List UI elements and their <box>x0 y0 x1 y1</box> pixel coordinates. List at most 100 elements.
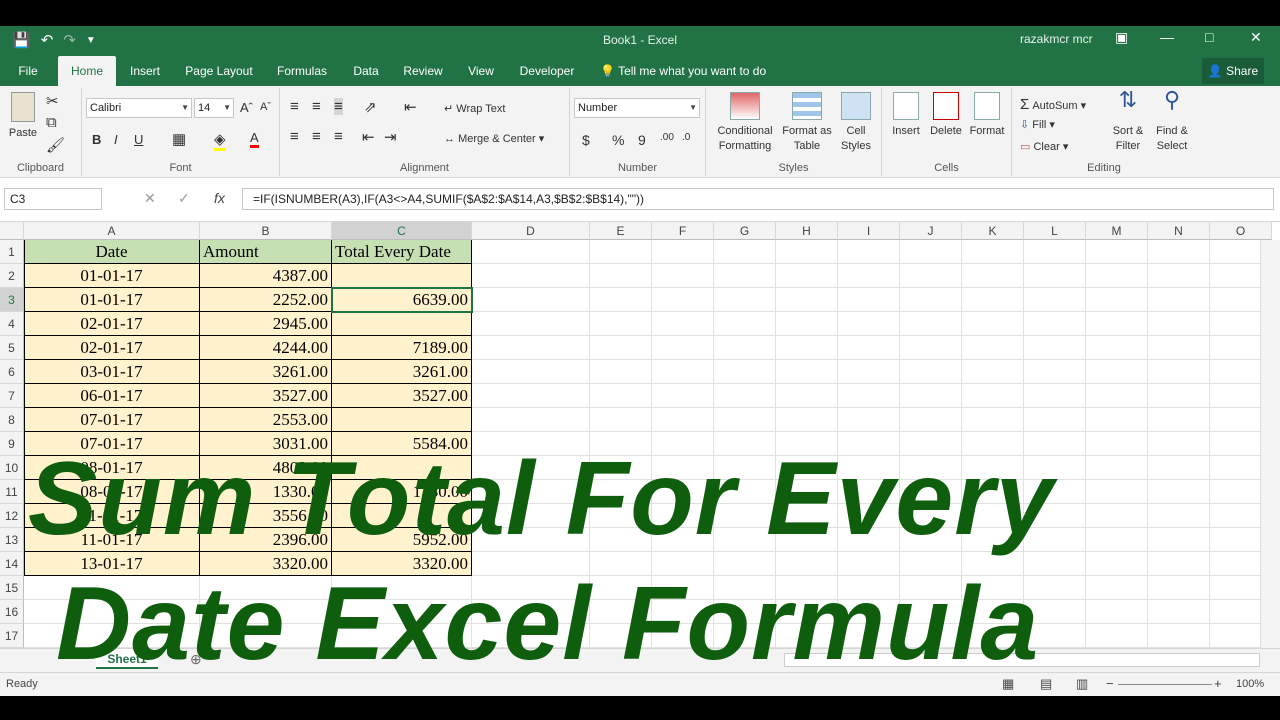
row-header-8[interactable]: 8 <box>0 408 24 432</box>
table-cell[interactable]: 13-01-17 <box>24 552 200 576</box>
tab-data[interactable]: Data <box>344 56 388 86</box>
decrease-decimal-icon[interactable]: .0 <box>682 132 690 143</box>
column-header-b[interactable]: B <box>200 222 332 240</box>
select-all-corner[interactable] <box>0 222 24 240</box>
conditional-formatting-button[interactable]: Conditional Formatting <box>710 92 780 154</box>
align-center-icon[interactable]: ≡ <box>312 128 321 145</box>
worksheet[interactable]: A B C D E F G H I J K L M N O 1 2 3 4 5 6 7 8 9 10 11 12 13 14 15 16 17… <box>0 222 1280 648</box>
table-cell[interactable]: 01-01-17 <box>24 288 200 312</box>
maximize-icon[interactable]: □ <box>1205 29 1213 45</box>
formula-input[interactable]: =IF(ISNUMBER(A3),IF(A3<>A4,SUMIF($A$2:$A… <box>242 188 1274 210</box>
header-cell[interactable]: Amount <box>200 240 332 264</box>
table-cell[interactable]: 02-01-17 <box>24 336 200 360</box>
tab-insert[interactable]: Insert <box>122 56 168 86</box>
column-header-a[interactable]: A <box>24 222 200 240</box>
row-header-17[interactable]: 17 <box>0 624 24 648</box>
tab-review[interactable]: Review <box>398 56 448 86</box>
zoom-slider[interactable] <box>1118 684 1212 685</box>
merge-center-button[interactable]: ↔ Merge & Center ▾ <box>444 132 544 145</box>
column-header-o[interactable]: O <box>1210 222 1272 240</box>
borders-icon[interactable]: ▦ <box>172 130 186 148</box>
table-cell[interactable]: 3261.00 <box>332 360 472 384</box>
insert-function-icon[interactable]: fx <box>214 190 225 206</box>
add-sheet-icon[interactable]: ⊕ <box>190 651 202 668</box>
table-cell[interactable]: 7189.00 <box>332 336 472 360</box>
user-name[interactable]: razakmcr mcr <box>1020 32 1093 46</box>
table-cell[interactable]: 06-01-17 <box>24 384 200 408</box>
fill-color-icon[interactable]: ◈ <box>214 130 226 151</box>
table-cell[interactable]: 07-01-17 <box>24 432 200 456</box>
tab-page-layout[interactable]: Page Layout <box>178 56 260 86</box>
cancel-icon[interactable]: ✕ <box>144 190 156 207</box>
format-as-table-button[interactable]: Format as Table <box>780 92 834 154</box>
table-cell[interactable]: 4803.00 <box>200 456 332 480</box>
font-name-select[interactable]: Calibri ▼ <box>86 98 192 118</box>
font-color-icon[interactable]: A <box>250 130 259 148</box>
comma-button[interactable]: 9 <box>638 132 646 148</box>
currency-button[interactable]: $ <box>582 132 590 148</box>
row-header-3[interactable]: 3 <box>0 288 24 312</box>
fill-button[interactable]: ⇩ Fill ▾ <box>1020 118 1055 131</box>
table-cell[interactable]: 08-01-17 <box>24 480 200 504</box>
indent-icon[interactable]: ⇤ <box>404 98 417 116</box>
table-cell[interactable] <box>332 264 472 288</box>
enter-icon[interactable]: ✓ <box>178 190 190 207</box>
table-cell[interactable]: 3261.00 <box>200 360 332 384</box>
name-box[interactable]: C3 <box>4 188 102 210</box>
row-header-11[interactable]: 11 <box>0 480 24 504</box>
table-cell[interactable]: 3320.00 <box>332 552 472 576</box>
column-header-j[interactable]: J <box>900 222 962 240</box>
number-format-select[interactable]: Number ▼ <box>574 98 700 118</box>
table-cell[interactable]: 2945.00 <box>200 312 332 336</box>
italic-button[interactable]: I <box>114 132 118 147</box>
column-header-k[interactable]: K <box>962 222 1024 240</box>
percent-button[interactable]: % <box>612 132 624 148</box>
minimize-icon[interactable]: — <box>1160 29 1174 45</box>
zoom-level[interactable]: 100% <box>1236 678 1264 690</box>
table-cell[interactable]: 3527.00 <box>332 384 472 408</box>
insert-cells-button[interactable]: Insert <box>886 92 926 139</box>
row-header-2[interactable]: 2 <box>0 264 24 288</box>
tab-home[interactable]: Home <box>58 56 116 86</box>
table-cell[interactable]: 2396.00 <box>200 528 332 552</box>
delete-cells-button[interactable]: Delete <box>926 92 966 139</box>
column-header-i[interactable]: I <box>838 222 900 240</box>
row-header-10[interactable]: 10 <box>0 456 24 480</box>
decrease-indent-icon[interactable]: ⇤ <box>362 128 375 146</box>
row-header-5[interactable]: 5 <box>0 336 24 360</box>
table-cell[interactable]: 5584.00 <box>332 432 472 456</box>
column-header-h[interactable]: H <box>776 222 838 240</box>
share-button[interactable]: 👤 Share <box>1202 58 1264 84</box>
font-size-select[interactable]: 14 ▼ <box>194 98 234 118</box>
clear-button[interactable]: ▭ Clear ▾ <box>1020 140 1068 153</box>
column-header-c[interactable]: C <box>332 222 472 240</box>
tab-file[interactable]: File <box>8 56 48 86</box>
column-header-e[interactable]: E <box>590 222 652 240</box>
paste-button[interactable]: Paste <box>6 92 40 141</box>
header-cell[interactable]: Total Every Date <box>332 240 472 264</box>
row-header-6[interactable]: 6 <box>0 360 24 384</box>
zoom-out-icon[interactable]: − <box>1106 676 1114 691</box>
row-header-7[interactable]: 7 <box>0 384 24 408</box>
row-header-13[interactable]: 13 <box>0 528 24 552</box>
tell-me-search[interactable]: 💡 Tell me what you want to do <box>600 56 766 86</box>
page-break-view-icon[interactable]: ▥ <box>1076 676 1088 692</box>
table-cell[interactable]: 3031.00 <box>200 432 332 456</box>
copy-icon[interactable]: ⧉ <box>46 114 57 131</box>
zoom-in-icon[interactable]: + <box>1214 676 1222 691</box>
tab-developer[interactable]: Developer <box>514 56 580 86</box>
shrink-font-icon[interactable]: Aˇ <box>260 101 271 113</box>
grow-font-icon[interactable]: Aˆ <box>240 100 253 115</box>
table-cell[interactable]: 02-01-17 <box>24 312 200 336</box>
table-cell[interactable]: 3527.00 <box>200 384 332 408</box>
table-cell[interactable] <box>332 408 472 432</box>
table-cell[interactable]: 1330.00 <box>200 480 332 504</box>
row-header-14[interactable]: 14 <box>0 552 24 576</box>
row-header-16[interactable]: 16 <box>0 600 24 624</box>
table-cell[interactable]: 3556.00 <box>200 504 332 528</box>
row-header-1[interactable]: 1 <box>0 240 24 264</box>
align-left-icon[interactable]: ≡ <box>290 128 299 145</box>
row-header-12[interactable]: 12 <box>0 504 24 528</box>
increase-indent-icon[interactable]: ⇥ <box>384 128 397 146</box>
table-cell[interactable]: 11-01-17 <box>24 528 200 552</box>
